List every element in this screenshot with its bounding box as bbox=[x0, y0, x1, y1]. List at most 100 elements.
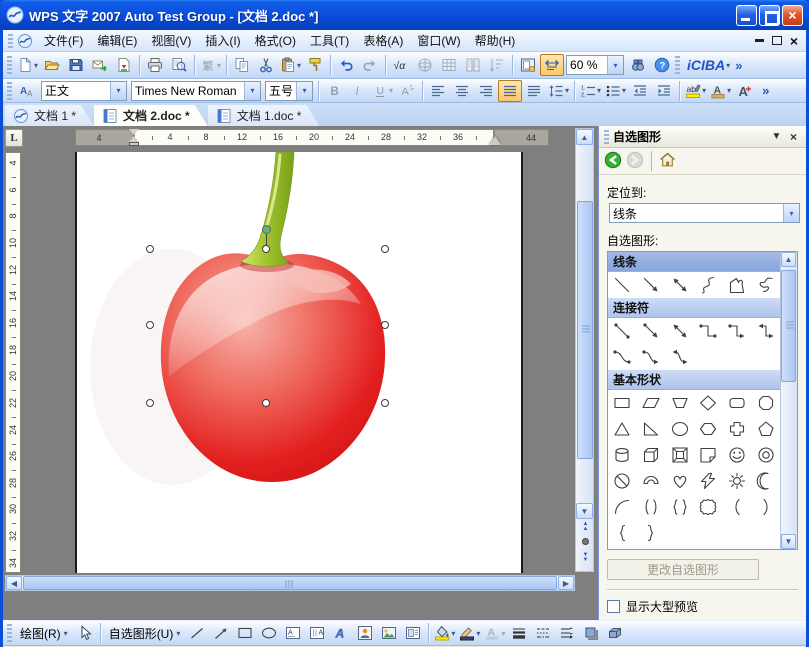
align-distribute-button[interactable] bbox=[522, 80, 546, 102]
hyperlink-button[interactable] bbox=[413, 54, 437, 76]
shape-left-brace[interactable] bbox=[608, 520, 637, 546]
shape-hexagon[interactable] bbox=[694, 416, 723, 442]
zoom-combo[interactable]: 60 %▾ bbox=[566, 55, 624, 75]
menu-1[interactable]: 文件(F) bbox=[37, 30, 90, 51]
shape-section-3[interactable]: 基本形状 bbox=[608, 370, 780, 390]
shape-section-1[interactable]: 线条 bbox=[608, 252, 780, 272]
shape-trapezoid[interactable] bbox=[665, 390, 694, 416]
large-preview-checkbox[interactable] bbox=[607, 600, 620, 613]
panel-dropdown-icon[interactable]: ▼ bbox=[768, 128, 785, 145]
scroll-down-button[interactable]: ▼ bbox=[576, 503, 593, 519]
font-color-2-button[interactable]: A▾ bbox=[482, 622, 507, 644]
shape-left-bracket[interactable] bbox=[723, 494, 752, 520]
shape-cube[interactable] bbox=[637, 442, 666, 468]
maximize-button[interactable] bbox=[759, 5, 780, 26]
shape-elbow-arrow-connector[interactable] bbox=[723, 318, 752, 344]
grow-font-button[interactable]: A bbox=[733, 80, 757, 102]
draw-menu-button[interactable]: 绘图(R)▾ bbox=[15, 622, 73, 644]
document-tab-2[interactable]: 文档 2.doc * bbox=[94, 105, 208, 126]
indent-marker[interactable] bbox=[129, 129, 140, 146]
doc-close-button[interactable]: × bbox=[790, 36, 798, 46]
list-scroll-down-button[interactable]: ▼ bbox=[781, 534, 796, 549]
shape-double-brace[interactable] bbox=[665, 494, 694, 520]
fill-color-button[interactable]: ▾ bbox=[432, 622, 457, 644]
cherry-drawing[interactable] bbox=[77, 152, 525, 572]
shape-curve[interactable] bbox=[694, 272, 723, 298]
help-button[interactable]: ? bbox=[650, 54, 674, 76]
word-art-button[interactable]: A bbox=[329, 622, 353, 644]
shape-oval[interactable] bbox=[665, 416, 694, 442]
columns-button[interactable] bbox=[461, 54, 485, 76]
shape-octagon[interactable] bbox=[751, 390, 780, 416]
oval-tool-button[interactable] bbox=[257, 622, 281, 644]
autoshapes-menu-button[interactable]: 自选图形(U)▾ bbox=[104, 622, 186, 644]
cut-button[interactable] bbox=[254, 54, 278, 76]
shape-rounded-rectangle[interactable] bbox=[723, 390, 752, 416]
shape-donut[interactable] bbox=[751, 442, 780, 468]
shape-cross[interactable] bbox=[723, 416, 752, 442]
shape-sun[interactable] bbox=[723, 468, 752, 494]
font-combo[interactable]: Times New Roman▾ bbox=[131, 81, 261, 101]
wrap-toggle-button[interactable] bbox=[540, 54, 564, 76]
panel-grip[interactable] bbox=[604, 130, 609, 144]
text-box-button[interactable]: A bbox=[281, 622, 305, 644]
shape-right-triangle[interactable] bbox=[637, 416, 666, 442]
selection-handle[interactable] bbox=[381, 321, 389, 329]
selection-handle[interactable] bbox=[262, 245, 270, 253]
selection-handle[interactable] bbox=[146, 399, 154, 407]
horizontal-scrollbar[interactable]: ◀ ▶ bbox=[5, 575, 575, 591]
document-tab-1[interactable]: 文档 1 * bbox=[5, 105, 94, 126]
shapes-list-scrollbar[interactable]: ▲ ▼ bbox=[780, 252, 797, 549]
shape-double-bracket[interactable] bbox=[637, 494, 666, 520]
toolbar-overflow-button[interactable]: » bbox=[732, 58, 745, 73]
vertical-scrollbar[interactable]: ▲ ▼ ▲▲ ▼▼ bbox=[575, 128, 594, 572]
iciba-dropdown-icon[interactable]: ▾ bbox=[726, 61, 730, 70]
zoom-combo-dropdown-icon[interactable]: ▾ bbox=[607, 56, 623, 74]
horizontal-scroll-thumb[interactable] bbox=[23, 576, 557, 590]
underline-button[interactable]: U▾ bbox=[370, 80, 395, 102]
increase-indent-button[interactable] bbox=[652, 80, 676, 102]
format-painter-button[interactable] bbox=[303, 54, 327, 76]
highlight-button[interactable]: ab▾ bbox=[683, 80, 708, 102]
find-button[interactable] bbox=[626, 54, 650, 76]
doc-restore-button[interactable] bbox=[772, 36, 782, 45]
shape-smiley[interactable] bbox=[723, 442, 752, 468]
shape-heart[interactable] bbox=[665, 468, 694, 494]
shape-rectangle[interactable] bbox=[608, 390, 637, 416]
export-pdf-button[interactable] bbox=[112, 54, 136, 76]
goto-combo-dropdown-icon[interactable]: ▾ bbox=[783, 204, 799, 222]
shape-elbow-connector[interactable] bbox=[694, 318, 723, 344]
numbering-button[interactable]: 1.2.▾ bbox=[578, 80, 603, 102]
shape-curved-arrow-connector[interactable] bbox=[637, 344, 666, 370]
shape-straight-connector[interactable] bbox=[608, 318, 637, 344]
shape-elbow-double-arrow-connector[interactable] bbox=[751, 318, 780, 344]
font-combo-dropdown-icon[interactable]: ▾ bbox=[244, 82, 260, 100]
shape-no-symbol[interactable] bbox=[608, 468, 637, 494]
shape-straight-arrow-connector[interactable] bbox=[637, 318, 666, 344]
vertical-text-box-button[interactable]: A bbox=[305, 622, 329, 644]
shape-folded-corner[interactable] bbox=[694, 442, 723, 468]
line-color-button[interactable]: ▾ bbox=[457, 622, 482, 644]
minimize-button[interactable] bbox=[736, 5, 757, 26]
iciba-logo[interactable]: iCIBA bbox=[687, 57, 725, 73]
line-style-button[interactable] bbox=[507, 622, 531, 644]
shadow-style-button[interactable] bbox=[579, 622, 603, 644]
insert-table-button[interactable] bbox=[437, 54, 461, 76]
shape-bevel[interactable] bbox=[665, 442, 694, 468]
menu-2[interactable]: 编辑(E) bbox=[90, 30, 144, 51]
shape-right-bracket[interactable] bbox=[751, 494, 780, 520]
document-canvas[interactable] bbox=[22, 150, 575, 573]
size-combo-dropdown-icon[interactable]: ▾ bbox=[296, 82, 312, 100]
print-preview-button[interactable] bbox=[167, 54, 191, 76]
line-spacing-button[interactable]: ▾ bbox=[546, 80, 571, 102]
forward-button[interactable] bbox=[626, 151, 644, 172]
selection-handle[interactable] bbox=[146, 321, 154, 329]
shape-cylinder[interactable] bbox=[608, 442, 637, 468]
align-left-button[interactable] bbox=[426, 80, 450, 102]
selection-handle[interactable] bbox=[381, 399, 389, 407]
menu-9[interactable]: 帮助(H) bbox=[468, 30, 523, 51]
right-indent-marker[interactable] bbox=[489, 136, 501, 145]
styles-button[interactable]: AA bbox=[15, 80, 39, 102]
rectangle-tool-button[interactable] bbox=[233, 622, 257, 644]
italic-button[interactable]: I bbox=[346, 80, 370, 102]
